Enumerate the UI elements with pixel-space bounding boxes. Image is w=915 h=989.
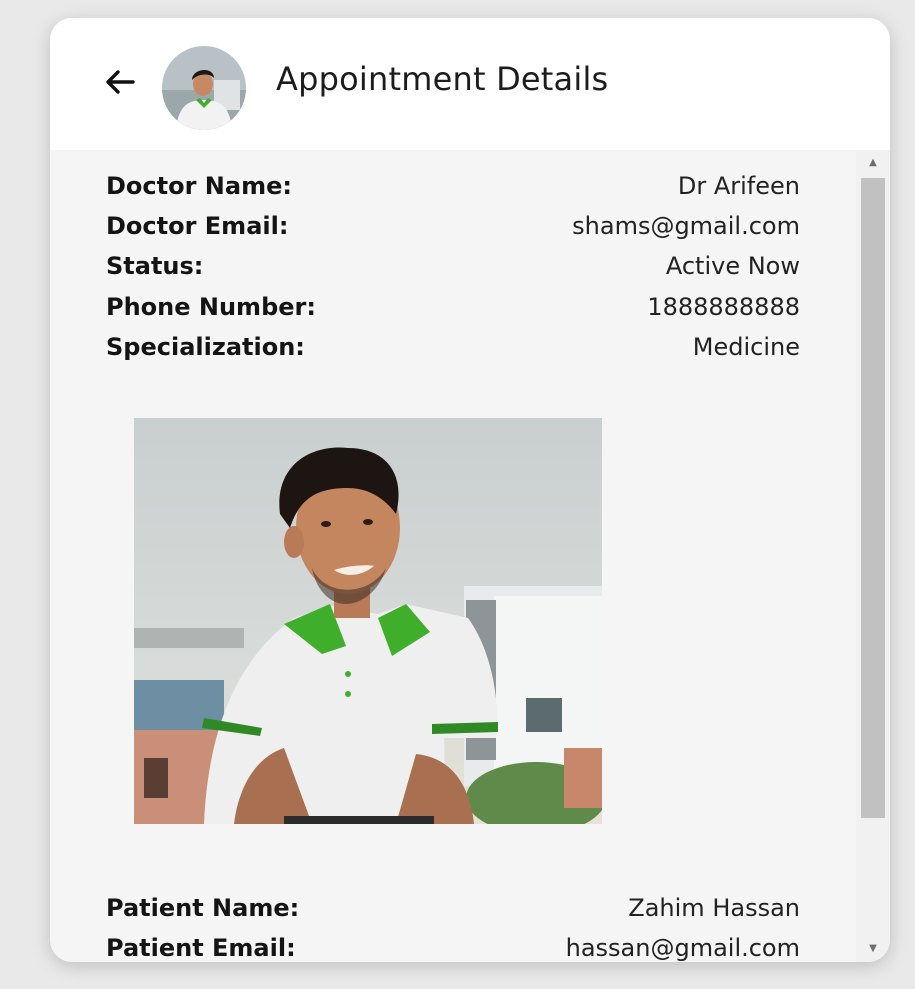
back-button[interactable] (102, 64, 138, 100)
header: Appointment Details (50, 18, 890, 150)
doctor-email-value: shams@gmail.com (572, 212, 800, 240)
appointment-details-card: Appointment Details Doctor Name: Dr Arif… (50, 18, 890, 962)
doctor-email-row: Doctor Email: shams@gmail.com (106, 212, 800, 246)
arrow-left-icon (106, 70, 135, 94)
specialization-row: Specialization: Medicine (106, 333, 800, 367)
doctor-name-row: Doctor Name: Dr Arifeen (106, 172, 800, 206)
patient-email-row: Patient Email: hassan@gmail.com (106, 934, 800, 962)
phone-number-value: 1888888888 (647, 293, 800, 321)
doctor-photo (134, 418, 602, 824)
patient-name-value: Zahim Hassan (628, 894, 800, 922)
phone-number-row: Phone Number: 1888888888 (106, 293, 800, 327)
patient-name-row: Patient Name: Zahim Hassan (106, 894, 800, 928)
scroll-down-arrow-icon[interactable]: ▼ (856, 938, 890, 958)
details-content: Doctor Name: Dr Arifeen Doctor Email: sh… (50, 150, 856, 962)
scroll-up-arrow-icon[interactable]: ▲ (856, 152, 890, 172)
page-title: Appointment Details (276, 60, 609, 98)
patient-name-label: Patient Name: (106, 894, 300, 922)
vertical-scrollbar[interactable]: ▲ ▼ (856, 150, 890, 962)
doctor-name-value: Dr Arifeen (677, 172, 800, 200)
status-value: Active Now (665, 252, 800, 280)
doctor-name-label: Doctor Name: (106, 172, 292, 200)
patient-email-value: hassan@gmail.com (565, 934, 800, 962)
patient-email-label: Patient Email: (106, 934, 296, 962)
status-row: Status: Active Now (106, 252, 800, 286)
status-label: Status: (106, 252, 204, 280)
specialization-value: Medicine (692, 333, 800, 361)
scroll-thumb[interactable] (861, 178, 885, 818)
specialization-label: Specialization: (106, 333, 305, 361)
doctor-email-label: Doctor Email: (106, 212, 289, 240)
avatar[interactable] (162, 46, 246, 130)
phone-number-label: Phone Number: (106, 293, 316, 321)
